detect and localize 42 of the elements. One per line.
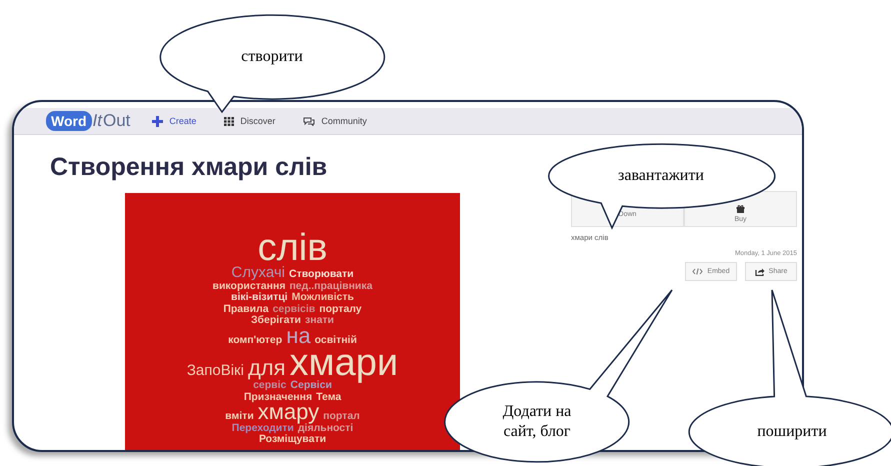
callout-text: Додати на сайт, блог [502,402,572,442]
cloud-word: комп'ютер [228,334,282,346]
cloud-word: сервісів [272,304,316,314]
cloud-word: освітній [314,334,357,346]
chat-icon [303,116,316,126]
cloud-word: порталу [319,304,362,315]
cloud-word: для [248,359,286,377]
cloud-word: Тема [316,392,342,403]
cloud-word: Зберігати [250,315,302,326]
cloud-word: діяльності [298,422,354,434]
logo-text: Out [102,111,130,131]
cloud-word: сервіс [253,380,286,392]
gift-icon [736,205,745,213]
cloud-word: використання [212,280,286,292]
cloud-word: вікі-візитці [230,292,288,304]
callout-text: поширити [756,422,828,442]
cloud-word: слів [258,231,328,265]
page-title: Створення хмари слів [50,153,328,181]
cloud-word: Можливість [292,292,354,304]
logo-text: It [92,111,102,131]
callout-text: створити [240,47,304,67]
cloud-word: вміти [225,411,254,422]
share-icon [754,268,765,276]
cloud-word: пед..працівника [289,280,372,292]
cloud-word: ЗапоВікі [186,363,244,378]
cloud-word: Призначення [244,392,312,403]
nav-link[interactable]: Community [321,116,367,126]
cloud-word: Слухачі [231,265,285,280]
plus-icon [152,116,164,126]
cloud-word: Створювати [288,269,354,280]
cloud-word: Переходити [232,422,294,434]
logo-word: Word [46,111,92,131]
cloud-word: портал [323,411,360,422]
nav-link[interactable]: Create [169,116,196,126]
cloud-word: на [286,326,311,344]
cloud-word: Розміщувати [258,434,326,446]
cloud-word: знати [305,315,334,326]
code-icon [692,268,704,275]
callout-text: завантажити [617,166,705,186]
nav-link[interactable]: Discover [240,116,276,126]
grid-icon [224,116,234,126]
cloud-word: Правила [223,304,269,314]
